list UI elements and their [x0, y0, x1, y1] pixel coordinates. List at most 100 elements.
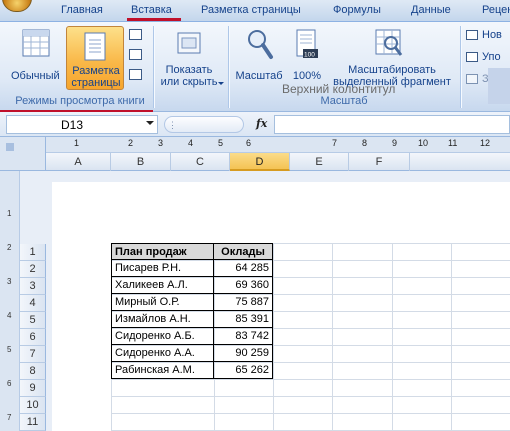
ruler-number: 2	[128, 138, 134, 148]
column-header-c[interactable]: C	[171, 153, 230, 171]
column-headers: A B C D E F	[46, 153, 510, 171]
gridline	[273, 244, 274, 431]
show-hide-button[interactable]: Показать или скрыть	[156, 26, 224, 90]
normal-view-icon	[22, 29, 50, 57]
name-box-dropdown-icon[interactable]	[146, 121, 154, 125]
gridline	[332, 244, 333, 431]
table-cell-name[interactable]: Измайлов А.Н.	[111, 311, 214, 328]
column-header-d[interactable]: D	[230, 153, 290, 171]
tab-data[interactable]: Данные	[411, 4, 451, 16]
zoom-to-selection-button[interactable]: Масштабировать выделенный фрагмент	[328, 26, 456, 90]
table-header-cell[interactable]: Оклады	[214, 243, 273, 260]
table-cell-name[interactable]: Сидоренко А.А.	[111, 345, 214, 362]
formula-bar-expander[interactable]: ⋮	[164, 116, 244, 133]
tab-review[interactable]: Рецен	[482, 4, 510, 16]
ruler-number: 4	[188, 138, 194, 148]
select-all-corner[interactable]	[0, 137, 46, 171]
header-right-section[interactable]	[488, 68, 510, 104]
vruler-number: 2	[7, 243, 12, 252]
arrange-icon	[466, 52, 478, 62]
zoom-label: Масштаб	[235, 70, 283, 82]
column-header-b[interactable]: B	[111, 153, 171, 171]
vruler-number: 7	[7, 413, 12, 422]
tab-insert[interactable]: Вставка	[131, 4, 172, 16]
row-header[interactable]: 8	[20, 363, 46, 380]
table-cell-salary[interactable]: 83 742	[214, 328, 273, 345]
office-button[interactable]	[2, 0, 32, 12]
table-cell-name[interactable]: Писарев Р.Н.	[111, 260, 214, 277]
row-header[interactable]: 4	[20, 295, 46, 312]
show-hide-icon	[177, 32, 201, 54]
grip-dots-icon: ⋮	[168, 120, 177, 130]
zoom-100-badge: 100	[304, 52, 315, 59]
page-header-placeholder[interactable]: Верхний колонтитул	[282, 82, 395, 96]
row-header[interactable]: 6	[20, 329, 46, 346]
page-layout-label-2: страницы	[71, 77, 121, 89]
arrange-all-button[interactable]: Упо	[466, 50, 510, 66]
group-separator	[228, 26, 229, 108]
new-window-icon	[466, 30, 478, 40]
insert-function-icon[interactable]: fx	[256, 117, 267, 130]
group-workbook-views-label: Режимы просмотра книги	[15, 95, 145, 107]
custom-views-icon[interactable]	[129, 49, 142, 60]
row-header[interactable]: 7	[20, 346, 46, 363]
table-cell-name[interactable]: Рабинская А.М.	[111, 362, 214, 379]
table-cell-name[interactable]: Мирный О.Р.	[111, 294, 214, 311]
row-header[interactable]: 1	[20, 244, 46, 261]
table-cell-salary[interactable]: 90 259	[214, 345, 273, 362]
zoom-100-icon: 100	[296, 29, 318, 59]
row-header[interactable]: 3	[20, 278, 46, 295]
tab-formulas[interactable]: Формулы	[333, 4, 381, 16]
page-layout-icon	[84, 32, 106, 61]
table-cell-salary[interactable]: 64 285	[214, 260, 273, 277]
insert-tab-underline	[127, 18, 181, 21]
gridline	[451, 244, 452, 431]
ruler-number: 9	[392, 138, 398, 148]
column-header-f[interactable]: F	[349, 153, 410, 171]
formula-input[interactable]	[274, 115, 510, 134]
vruler-number: 3	[7, 277, 12, 286]
page-break-preview-icon[interactable]	[129, 29, 142, 40]
ruler-number: 8	[362, 138, 368, 148]
table-cell-salary[interactable]: 75 887	[214, 294, 273, 311]
gridline	[392, 244, 393, 431]
new-window-label: Нов	[482, 29, 502, 41]
column-header-e[interactable]: E	[290, 153, 349, 171]
table-header-cell[interactable]: План продаж	[111, 243, 214, 260]
table-cell-salary[interactable]: 85 391	[214, 311, 273, 328]
show-hide-label-2: или скрыть	[160, 76, 218, 88]
page-layout-view-button[interactable]: Разметка страницы	[66, 26, 124, 90]
table-cell-name[interactable]: Сидоренко А.Б.	[111, 328, 214, 345]
zoom-button[interactable]: Масштаб	[232, 26, 286, 90]
ribbon: Обычный Разметка страницы Режимы просмот…	[0, 22, 510, 112]
normal-view-label: Обычный	[11, 70, 60, 82]
table-cell-name[interactable]: Халикеев А.Л.	[111, 277, 214, 294]
table-cell-salary[interactable]: 65 262	[214, 362, 273, 379]
ruler-number: 7	[332, 138, 338, 148]
tab-home[interactable]: Главная	[61, 4, 103, 16]
group-separator	[460, 26, 461, 108]
column-header-a[interactable]: A	[46, 153, 111, 171]
tab-page-layout[interactable]: Разметка страницы	[201, 4, 301, 16]
name-box[interactable]: D13	[6, 115, 158, 134]
select-all-triangle-icon	[6, 143, 14, 151]
ruler-number: 3	[158, 138, 164, 148]
ruler-number: 5	[218, 138, 224, 148]
new-window-button[interactable]: Нов	[466, 28, 510, 44]
row-header[interactable]: 5	[20, 312, 46, 329]
row-header[interactable]: 11	[20, 414, 46, 431]
zoom-100-button[interactable]: 100 100%	[288, 26, 326, 90]
row-header[interactable]: 2	[20, 261, 46, 278]
arrange-label: Упо	[482, 51, 501, 63]
table-cell-salary[interactable]: 69 360	[214, 277, 273, 294]
ribbon-tab-strip: Главная Вставка Разметка страницы Формул…	[0, 0, 510, 22]
full-screen-icon[interactable]	[129, 69, 142, 80]
row-header[interactable]: 9	[20, 380, 46, 397]
vruler-number: 1	[7, 209, 12, 218]
group-separator	[153, 26, 154, 108]
vruler-number: 4	[7, 311, 12, 320]
horizontal-ruler: 1 2 3 4 5 6 7 8 9 10 11 12	[46, 137, 510, 153]
zoom-selection-icon	[375, 29, 403, 56]
normal-view-button[interactable]: Обычный	[6, 26, 64, 90]
row-header[interactable]: 10	[20, 397, 46, 414]
